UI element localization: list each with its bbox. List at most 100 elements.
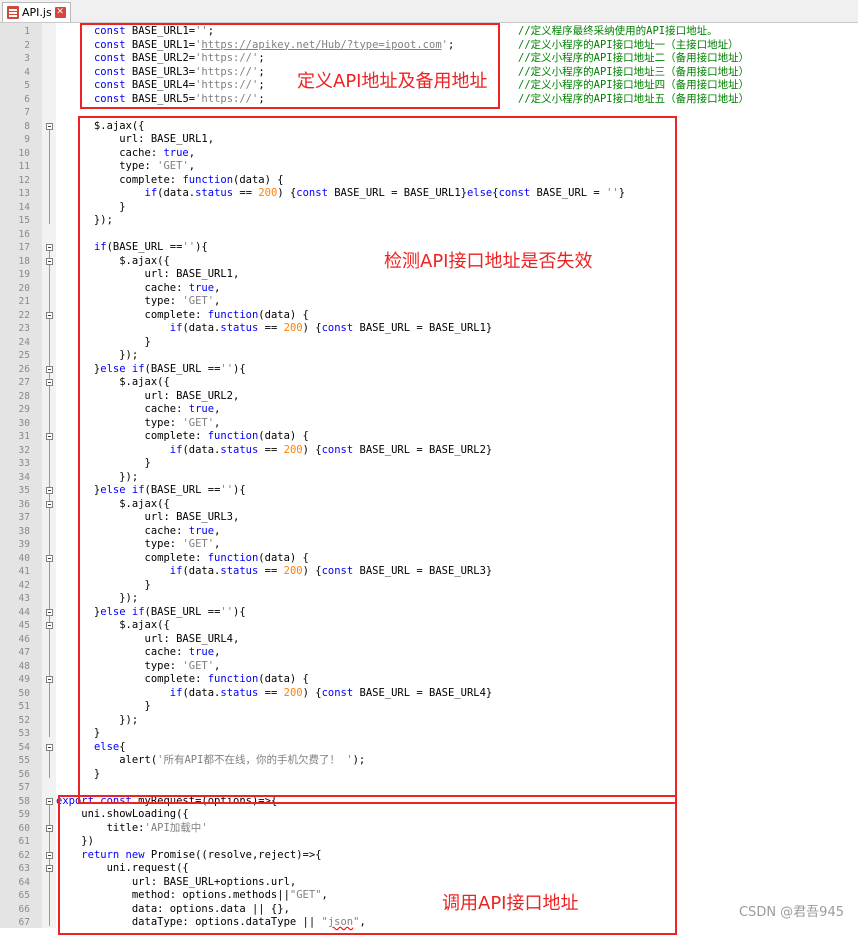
annotation-label-check: 检测API接口地址是否失效 (384, 251, 593, 272)
line-number: 31 (18, 431, 30, 442)
fold-guide (49, 129, 50, 224)
line-number: 57 (18, 782, 30, 793)
line-number: 9 (24, 134, 30, 145)
line-number: 64 (18, 876, 30, 888)
annotation-box-api-check (78, 116, 677, 804)
line-number: 7 (24, 107, 30, 118)
fold-guide (49, 561, 50, 589)
line-number: 41 (18, 566, 30, 577)
code-comment: //定义小程序的API接口地址二（备用接口地址） (518, 52, 750, 64)
fold-toggle-icon[interactable] (46, 865, 53, 872)
line-number: 66 (18, 903, 30, 915)
annotation-label-definitions: 定义API地址及备用地址 (297, 71, 488, 92)
line-number: 34 (18, 471, 30, 483)
line-number: 23 (18, 323, 30, 334)
line-number: 60 (18, 822, 30, 834)
line-number: 3 (24, 53, 30, 64)
line-number: 16 (18, 228, 30, 240)
line-number: 2 (24, 39, 30, 51)
line-number: 24 (18, 336, 30, 348)
code-comment: //定义小程序的API接口地址一（主接口地址） (518, 38, 739, 51)
fold-guide (49, 872, 50, 926)
tab-api-js[interactable]: API.js ✕ (2, 2, 71, 22)
line-number: 11 (18, 161, 30, 172)
annotation-box-api-definitions (80, 23, 500, 109)
fold-toggle-icon[interactable] (46, 824, 53, 832)
fold-toggle-icon[interactable] (46, 554, 53, 562)
line-number: 22 (18, 309, 30, 321)
tab-bar: API.js ✕ (0, 0, 858, 23)
line-number: 36 (18, 498, 30, 510)
line-number: 19 (18, 269, 30, 280)
line-number: 13 (18, 188, 30, 199)
fold-toggle-icon[interactable] (46, 311, 53, 319)
fold-guide (49, 750, 50, 778)
line-number: 53 (18, 728, 30, 739)
line-number: 39 (18, 539, 30, 550)
close-icon[interactable]: ✕ (54, 7, 66, 18)
line-number: 10 (18, 147, 30, 159)
fold-toggle-icon[interactable] (46, 622, 53, 629)
line-number: 27 (18, 377, 30, 388)
fold-guide (49, 440, 50, 467)
fold-guide (49, 318, 50, 346)
fold-toggle-icon[interactable] (46, 608, 53, 616)
code-comment: //定义小程序的API接口地址五（备用接口地址） (518, 92, 750, 105)
watermark: CSDN @君吾945 (738, 905, 844, 920)
line-number: 38 (18, 525, 30, 537)
line-number: 20 (18, 282, 30, 294)
tab-label: API.js (22, 6, 52, 19)
line-number: 44 (18, 606, 30, 618)
line-number: 67 (18, 917, 30, 928)
code-comment: //定义程序最终采纳使用的API接口地址。 (518, 25, 718, 37)
line-number: 1 (24, 26, 30, 37)
line-number: 28 (18, 390, 30, 402)
line-number: 18 (18, 255, 30, 267)
line-number: 4 (24, 66, 30, 78)
line-number: 12 (18, 174, 30, 186)
line-number: 8 (24, 120, 30, 132)
line-number: 52 (18, 714, 30, 726)
line-number: 51 (18, 701, 30, 712)
line-number: 48 (18, 660, 30, 672)
line-number: 35 (18, 485, 30, 496)
line-number: 32 (18, 444, 30, 456)
annotation-box-api-call (58, 795, 677, 935)
fold-toggle-icon[interactable] (46, 379, 53, 386)
line-number: 37 (18, 512, 30, 523)
line-number: 33 (18, 458, 30, 469)
fold-toggle-icon[interactable] (46, 433, 53, 440)
fold-toggle-icon[interactable] (46, 851, 53, 859)
line-number: 17 (18, 242, 30, 253)
line-number: 47 (18, 647, 30, 658)
fold-toggle-icon[interactable] (46, 797, 53, 805)
fold-toggle-icon[interactable] (46, 500, 53, 508)
line-number: 45 (18, 620, 30, 631)
fold-toggle-icon[interactable] (46, 244, 53, 251)
line-number: 54 (18, 741, 30, 753)
fold-toggle-icon[interactable] (46, 257, 53, 265)
line-number: 26 (18, 363, 30, 375)
line-number: 63 (18, 863, 30, 874)
fold-toggle-icon[interactable] (46, 487, 53, 494)
code-comment: //定义小程序的API接口地址四（备用接口地址） (518, 79, 750, 91)
line-number: 50 (18, 687, 30, 699)
annotation-label-call: 调用API接口地址 (442, 893, 579, 914)
line-number: 62 (18, 849, 30, 861)
line-number: 43 (18, 593, 30, 604)
fold-toggle-icon[interactable] (46, 743, 53, 751)
line-number: 21 (18, 296, 30, 307)
line-number: 58 (18, 795, 30, 807)
line-number: 55 (18, 755, 30, 766)
code-editor[interactable]: const BASE_URL1='';//定义程序最终采纳使用的API接口地址。… (0, 23, 858, 935)
line-number: 5 (24, 80, 30, 91)
line-number: 46 (18, 633, 30, 645)
line-number: 25 (18, 350, 30, 361)
fold-toggle-icon[interactable] (46, 122, 53, 130)
line-number: 40 (18, 552, 30, 564)
line-number: 65 (18, 890, 30, 901)
fold-toggle-icon[interactable] (46, 365, 53, 373)
line-number: 6 (24, 93, 30, 105)
fold-toggle-icon[interactable] (46, 676, 53, 683)
fold-guide (49, 683, 50, 710)
